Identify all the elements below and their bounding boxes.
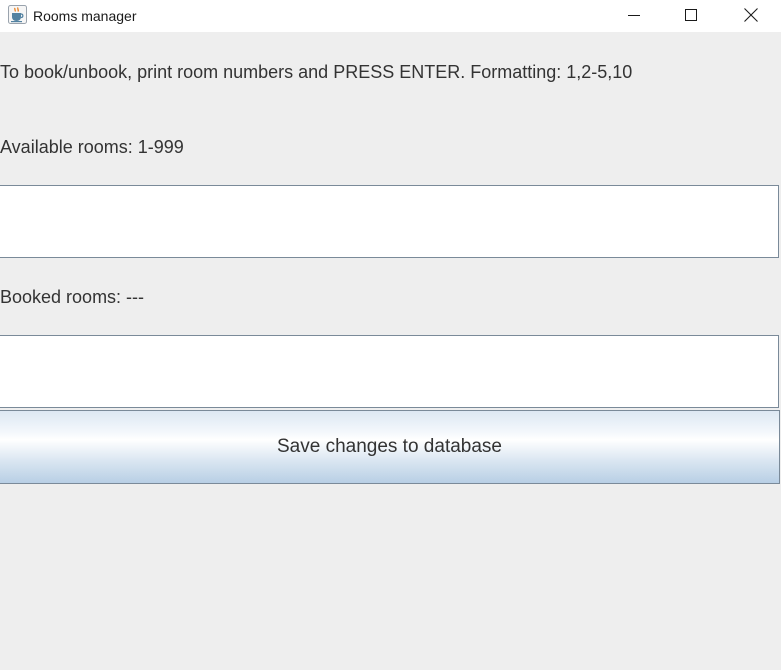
available-rooms-label: Available rooms: 1-999 xyxy=(0,137,184,157)
minimize-icon xyxy=(628,9,640,21)
maximize-icon xyxy=(685,9,697,21)
booked-rooms-label: Booked rooms: --- xyxy=(0,287,145,307)
instructions-label: To book/unbook, print room numbers and P… xyxy=(0,62,633,82)
save-changes-button[interactable]: Save changes to database xyxy=(0,410,780,484)
maximize-button[interactable] xyxy=(668,0,714,30)
available-rooms-input[interactable] xyxy=(0,185,779,258)
close-button[interactable] xyxy=(728,0,774,30)
minimize-button[interactable] xyxy=(611,0,657,30)
booked-rooms-input[interactable] xyxy=(0,335,779,408)
java-coffee-cup-icon xyxy=(8,5,27,24)
close-icon xyxy=(744,8,758,22)
rooms-manager-window: Rooms manager To book/unbook, print room… xyxy=(0,0,781,670)
window-title: Rooms manager xyxy=(33,8,137,24)
title-bar[interactable]: Rooms manager xyxy=(0,0,781,32)
